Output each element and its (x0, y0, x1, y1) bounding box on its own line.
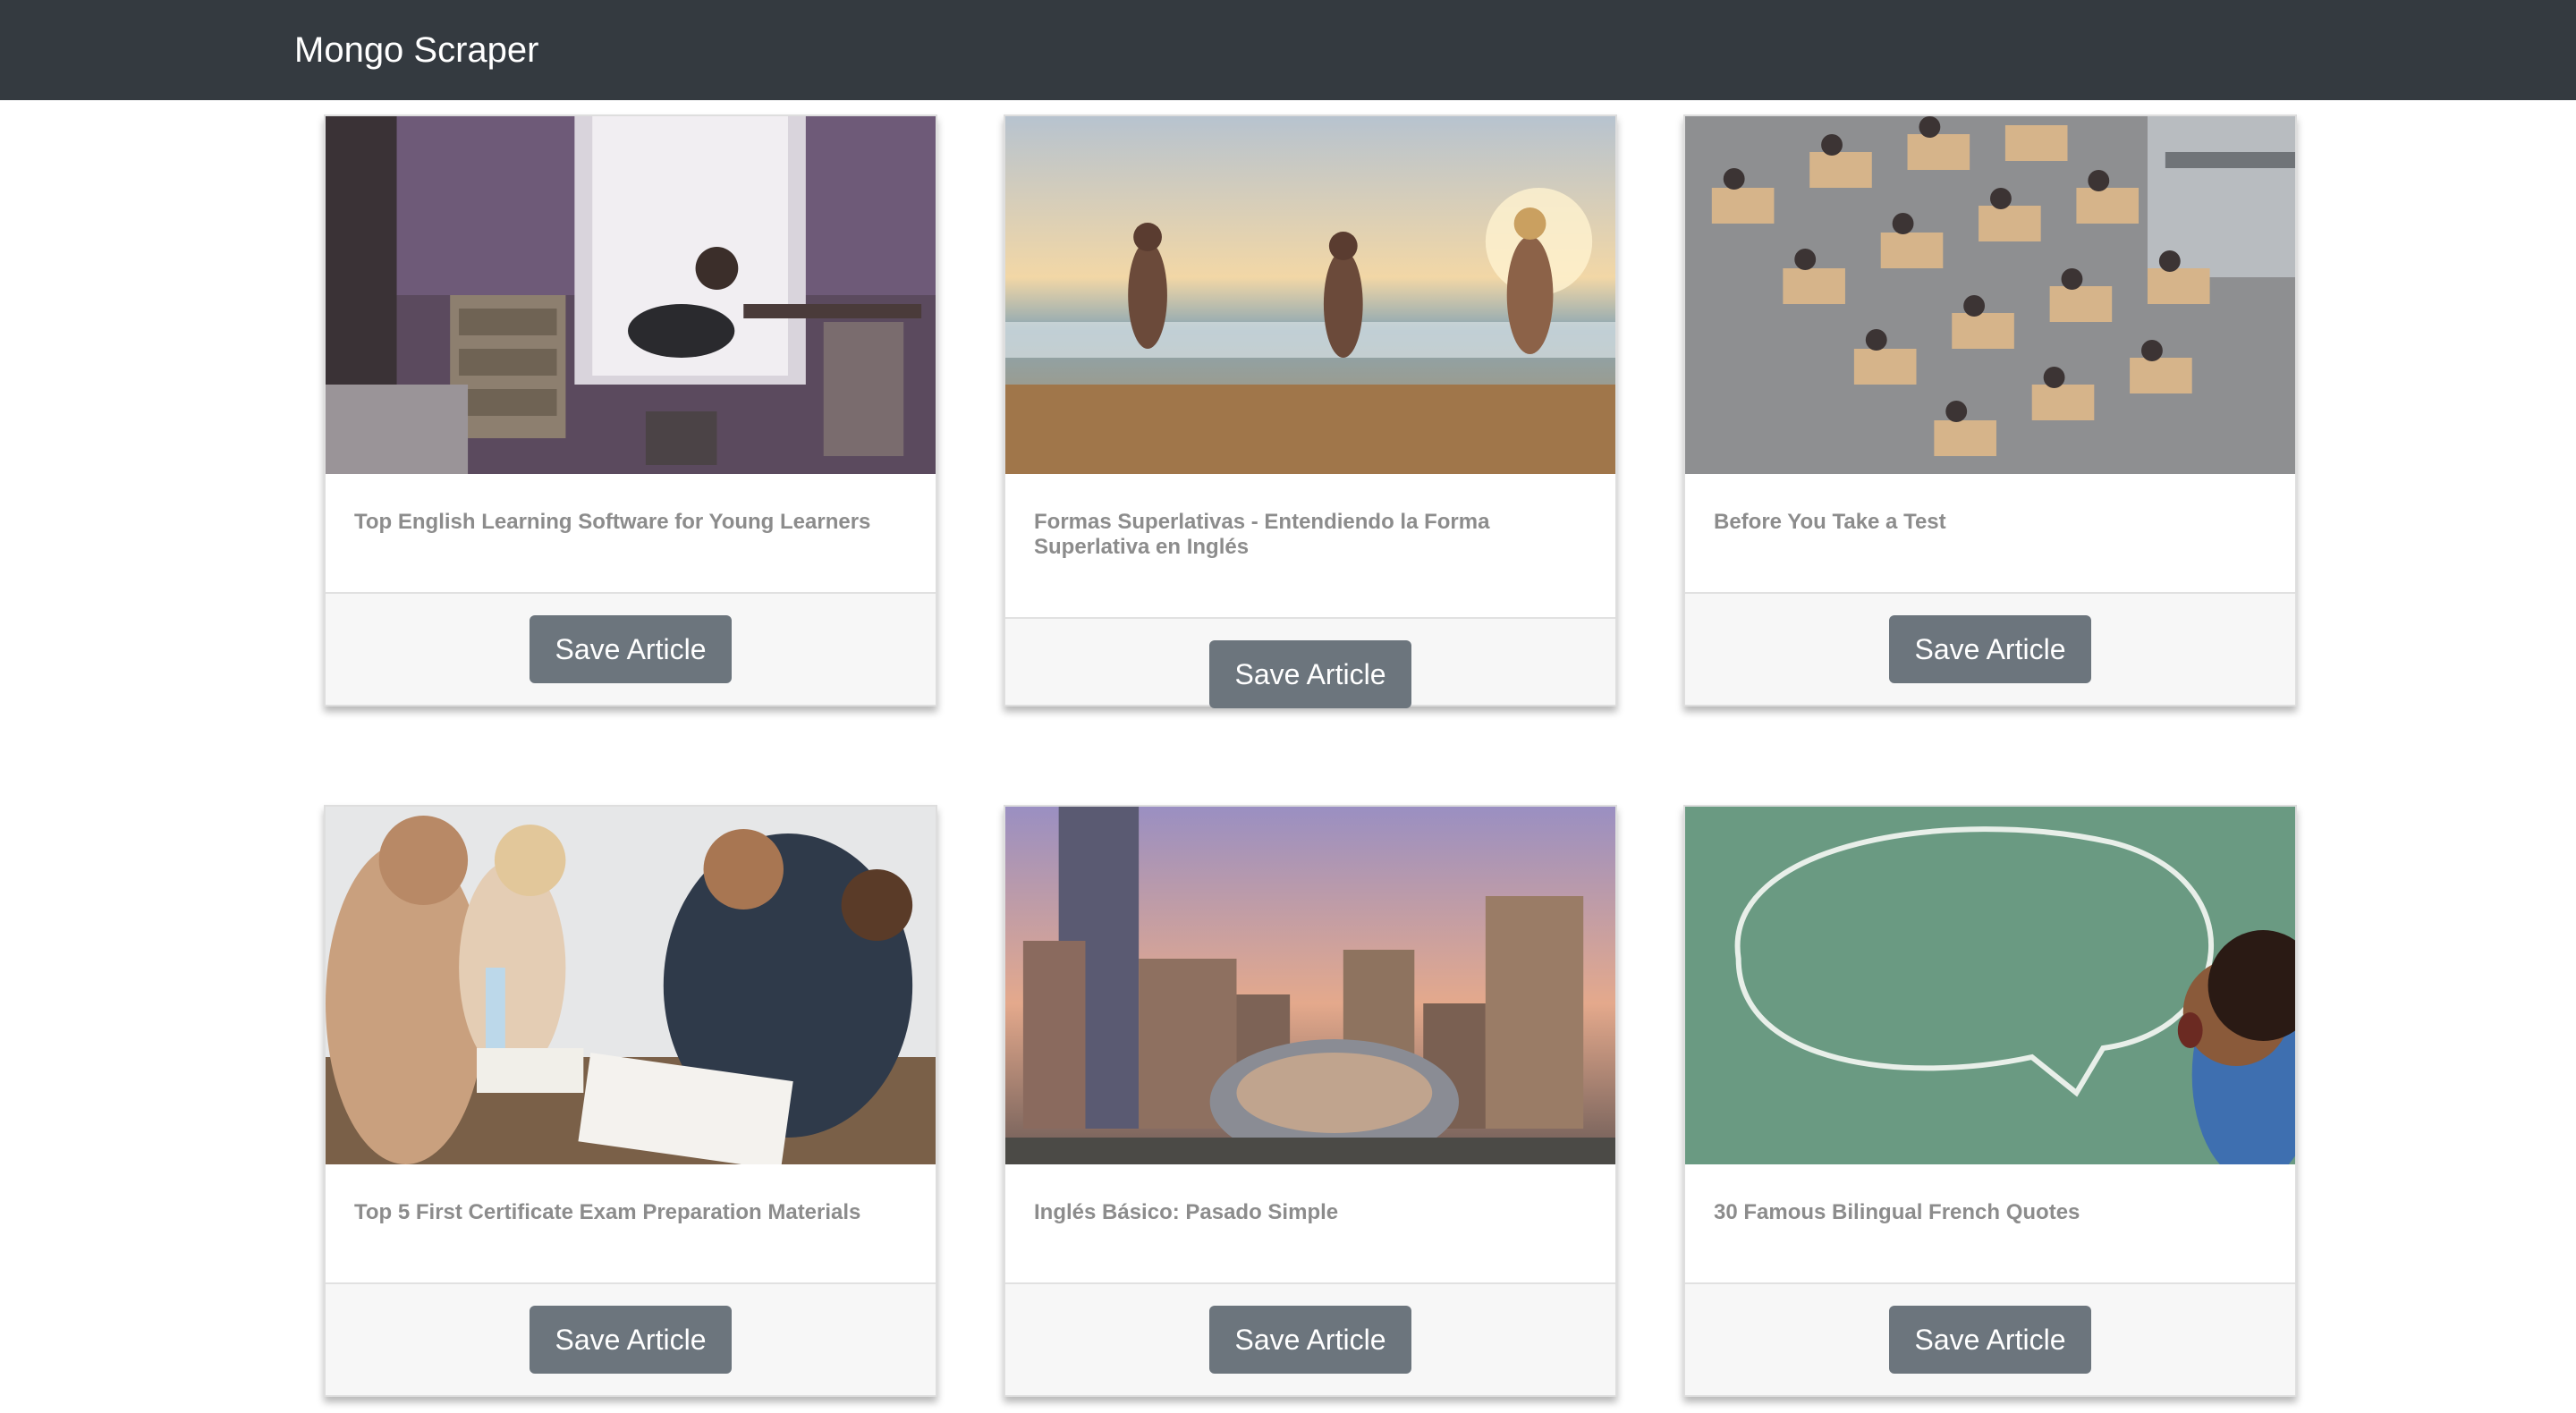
article-title[interactable]: Formas Superlativas - Entendiendo la For… (1034, 510, 1587, 560)
article-card: Formas Superlativas - Entendiendo la For… (1004, 114, 1617, 708)
article-title[interactable]: Inglés Básico: Pasado Simple (1034, 1200, 1587, 1225)
navbar: Mongo Scraper (0, 0, 2576, 100)
article-card: Inglés Básico: Pasado Simple Save Articl… (1004, 805, 1617, 1397)
article-image[interactable] (1685, 116, 2295, 474)
save-article-button[interactable]: Save Article (1889, 1306, 2091, 1374)
save-article-button[interactable]: Save Article (1209, 1306, 1411, 1374)
save-article-button[interactable]: Save Article (530, 1306, 732, 1374)
article-title[interactable]: Top 5 First Certificate Exam Preparation… (354, 1200, 907, 1225)
card-footer: Save Article (1005, 617, 1615, 708)
card-footer: Save Article (326, 1282, 936, 1395)
save-article-button[interactable]: Save Article (1889, 615, 2091, 683)
article-image[interactable] (326, 116, 936, 474)
save-article-button[interactable]: Save Article (1209, 640, 1411, 708)
card-footer: Save Article (1005, 1282, 1615, 1395)
save-article-button[interactable]: Save Article (530, 615, 732, 683)
article-title[interactable]: 30 Famous Bilingual French Quotes (1714, 1200, 2267, 1225)
brand-link[interactable]: Mongo Scraper (294, 27, 538, 73)
article-card: Before You Take a Test Save Article (1683, 114, 2297, 706)
article-card: Top 5 First Certificate Exam Preparation… (324, 805, 937, 1397)
card-footer: Save Article (1685, 592, 2295, 705)
article-image[interactable] (1685, 807, 2295, 1164)
article-title[interactable]: Before You Take a Test (1714, 510, 2267, 535)
article-image[interactable] (326, 807, 936, 1164)
card-footer: Save Article (1685, 1282, 2295, 1395)
article-image[interactable] (1005, 807, 1615, 1164)
article-card: 30 Famous Bilingual French Quotes Save A… (1683, 805, 2297, 1397)
article-image[interactable] (1005, 116, 1615, 474)
article-title[interactable]: Top English Learning Software for Young … (354, 510, 907, 535)
article-card: Top English Learning Software for Young … (324, 114, 937, 706)
card-footer: Save Article (326, 592, 936, 705)
